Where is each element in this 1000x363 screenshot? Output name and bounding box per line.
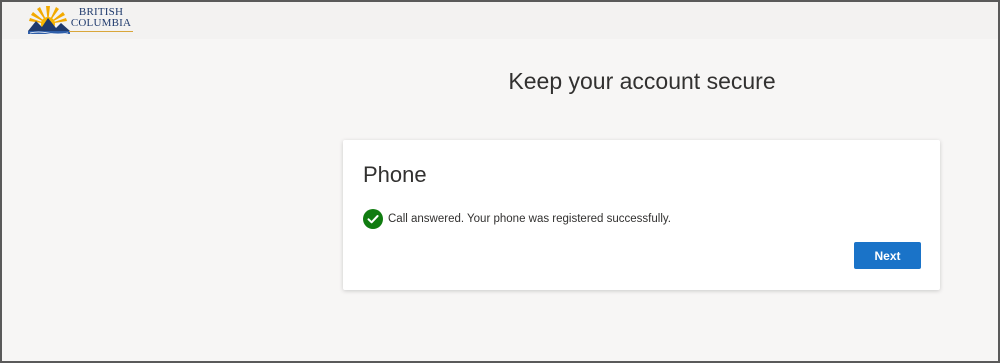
status-message: Call answered. Your phone was registered… bbox=[363, 209, 671, 229]
check-circle-icon bbox=[363, 209, 383, 229]
bc-logo[interactable]: BRITISH COLUMBIA bbox=[28, 4, 138, 37]
browser-frame: BRITISH COLUMBIA Keep your account secur… bbox=[0, 0, 1000, 363]
logo-line-2: COLUMBIA bbox=[70, 17, 132, 29]
logo-underline bbox=[69, 31, 133, 32]
top-bar: BRITISH COLUMBIA bbox=[2, 2, 998, 39]
logo-wordmark: BRITISH COLUMBIA bbox=[69, 7, 133, 29]
card-title: Phone bbox=[363, 162, 427, 187]
bc-sun-mountain-icon bbox=[28, 6, 70, 35]
phone-card: Phone Call answered. Your phone was regi… bbox=[343, 140, 940, 290]
status-text: Call answered. Your phone was registered… bbox=[388, 213, 671, 225]
page-title: Keep your account secure bbox=[508, 68, 776, 94]
next-button[interactable]: Next bbox=[854, 242, 921, 269]
